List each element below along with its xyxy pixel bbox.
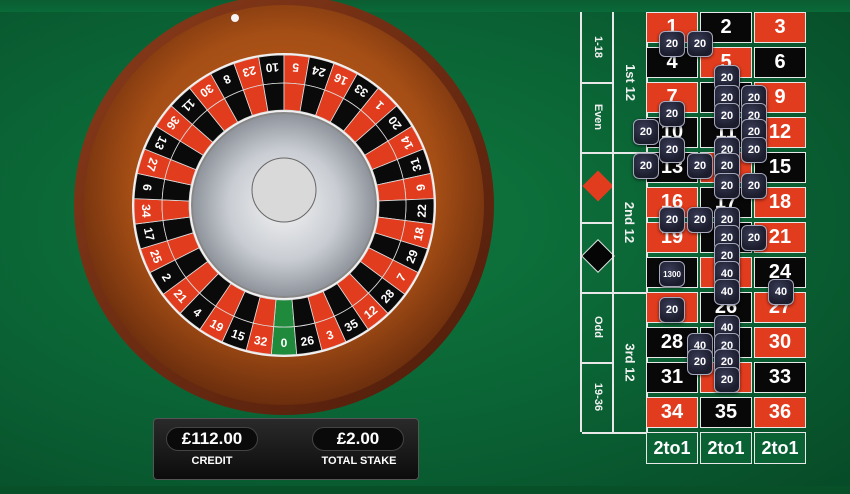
number-cell[interactable]: 35 — [700, 397, 752, 428]
bet-chip[interactable]: 1300 — [659, 261, 685, 287]
total-stake-value: £2.00 — [312, 427, 404, 451]
bet-chip[interactable]: 20 — [659, 31, 685, 57]
wheel-hub — [251, 157, 317, 223]
label-even: Even — [591, 103, 604, 131]
number-cell[interactable]: 36 — [754, 397, 806, 428]
wheel-ball — [231, 14, 239, 22]
credit-panel: £112.00 CREDIT £2.00 TOTAL STAKE — [153, 418, 419, 480]
label-19-36: 19-36 — [591, 382, 604, 412]
bet-chip[interactable]: 40 — [768, 279, 794, 305]
number-cell[interactable]: 30 — [754, 327, 806, 358]
label-1st-12: 1st 12 — [622, 63, 638, 101]
bet-chip[interactable]: 20 — [687, 207, 713, 233]
wheel-number: 32 — [253, 333, 269, 349]
number-cell[interactable]: 34 — [646, 397, 698, 428]
bet-chip[interactable]: 20 — [687, 153, 713, 179]
bet-red[interactable] — [582, 152, 614, 224]
bet-chip[interactable]: 20 — [714, 103, 740, 129]
wheel-slot — [273, 299, 295, 328]
bet-low[interactable]: 1-18 — [582, 12, 614, 84]
bet-chip[interactable]: 20 — [741, 137, 767, 163]
bet-chip[interactable]: 20 — [633, 119, 659, 145]
bet-chip[interactable]: 20 — [714, 173, 740, 199]
bet-third-dozen[interactable]: 3rd 12 — [614, 292, 646, 434]
column-bet-1[interactable]: 2to1 — [646, 432, 698, 464]
credit-value: £112.00 — [166, 427, 258, 451]
bet-chip[interactable]: 20 — [659, 297, 685, 323]
label-1-18: 1-18 — [592, 35, 604, 59]
bet-black[interactable] — [581, 222, 615, 294]
total-stake-label: TOTAL STAKE — [321, 455, 397, 467]
red-diamond-icon — [582, 170, 614, 202]
bet-chip[interactable]: 20 — [659, 207, 685, 233]
number-cell[interactable]: 33 — [754, 362, 806, 393]
number-cell[interactable]: 3 — [754, 12, 806, 43]
column-bet-2[interactable]: 2to1 — [700, 432, 752, 464]
wheel-number: 34 — [139, 204, 154, 218]
bet-chip[interactable]: 20 — [633, 153, 659, 179]
bet-chip[interactable]: 20 — [741, 173, 767, 199]
bet-even[interactable]: Even — [582, 82, 614, 154]
bet-chip[interactable]: 20 — [687, 349, 713, 375]
dozen-bets-column: 1st 12 2nd 12 3rd 12 — [612, 12, 648, 434]
label-3rd-12: 3rd 12 — [622, 342, 638, 382]
wheel-slot — [161, 199, 191, 221]
credit-label: CREDIT — [191, 455, 233, 467]
bet-chip[interactable]: 20 — [687, 31, 713, 57]
wheel-number: 22 — [415, 204, 430, 218]
betting-table: 1-18 Even Odd 19-36 1st 12 2nd 12 3rd 12… — [580, 12, 808, 482]
bet-high[interactable]: 19-36 — [582, 362, 614, 434]
label-odd: Odd — [592, 316, 604, 338]
bet-chip[interactable]: 20 — [714, 367, 740, 393]
number-cell[interactable]: 6 — [754, 47, 806, 78]
wheel-number: 26 — [300, 333, 316, 349]
bet-odd[interactable]: Odd — [582, 292, 614, 364]
bet-chip[interactable]: 20 — [741, 225, 767, 251]
label-2nd-12: 2nd 12 — [622, 201, 638, 243]
wheel-number: 0 — [281, 336, 288, 350]
wheel-number: 10 — [265, 60, 280, 75]
bet-chip[interactable]: 20 — [659, 137, 685, 163]
outside-bets-column: 1-18 Even Odd 19-36 — [580, 12, 615, 434]
bet-chip[interactable]: 20 — [659, 101, 685, 127]
bet-chip[interactable]: 40 — [714, 279, 740, 305]
column-bet-3[interactable]: 2to1 — [754, 432, 806, 464]
black-diamond-icon — [581, 239, 615, 273]
